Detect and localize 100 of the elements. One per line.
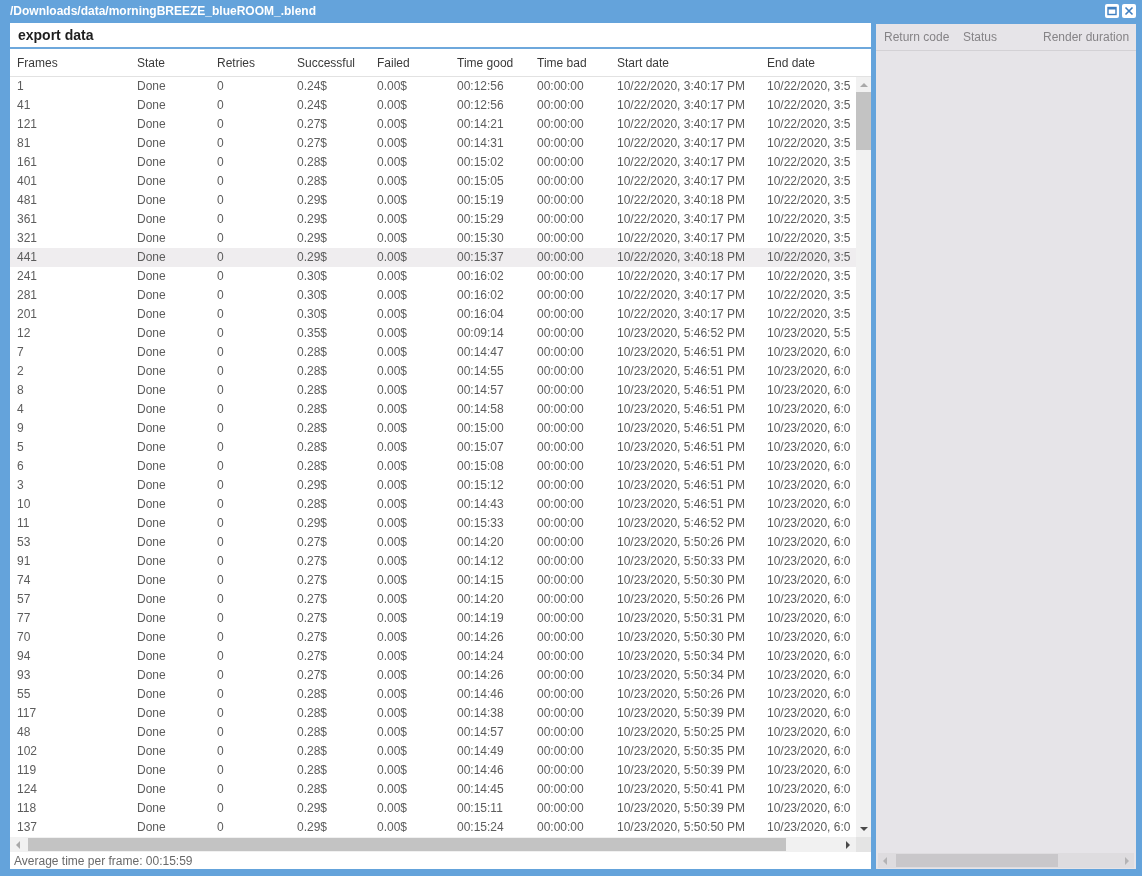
table-cell: 10/23/2020, 5:50:25 PM [617, 725, 746, 740]
table-cell: 00:00:00 [537, 326, 584, 341]
table-cell: 10/22/2020, 3:5 [767, 136, 851, 151]
table-cell: 10/23/2020, 6:0 [767, 630, 851, 645]
table-cell: 10/23/2020, 5:46:51 PM [617, 440, 746, 455]
table-cell: 00:15:05 [457, 174, 504, 189]
table-cell: 00:00:00 [537, 820, 584, 835]
table-cell: Done [137, 288, 166, 303]
table-cell: 0.00$ [377, 98, 408, 113]
table-cell: 00:14:24 [457, 649, 504, 664]
table-row[interactable]: 441 Done 0 0.29$ 0.00$ 00:15:37 00:00:00 10/22/2020, 3:40:18 PM 10/22/2020, 3:5 [10, 248, 856, 267]
table-cell: Done [137, 174, 166, 189]
table-cell: 0 [217, 573, 224, 588]
table-cell: Done [137, 421, 166, 436]
table-cell: 00:00:00 [537, 269, 584, 284]
table-cell: 0.00$ [377, 535, 408, 550]
table-cell: 10/23/2020, 6:0 [767, 611, 851, 626]
table-cell: 00:14:20 [457, 592, 504, 607]
table-cell: 0.30$ [297, 288, 328, 303]
scrollbar-thumb[interactable] [28, 838, 786, 851]
column-header[interactable]: Time bad [537, 55, 587, 70]
table-cell: 0.00$ [377, 820, 408, 835]
table-cell: 77 [17, 611, 31, 626]
table-cell: 0.00$ [377, 668, 408, 683]
table-cell: 10/23/2020, 5:5 [767, 326, 851, 341]
table-cell: 241 [17, 269, 38, 284]
scroll-left-arrow-icon[interactable] [883, 856, 887, 865]
table-cell: Done [137, 231, 166, 246]
table-cell: 5 [17, 440, 24, 455]
table-cell: 74 [17, 573, 31, 588]
table-cell: 0.28$ [297, 174, 328, 189]
table-cell: 00:14:20 [457, 535, 504, 550]
table-cell: 0.00$ [377, 326, 408, 341]
column-header[interactable]: Time good [457, 55, 514, 70]
column-header[interactable]: Failed [377, 55, 410, 70]
table-cell: 94 [17, 649, 31, 664]
table-cell: 0.00$ [377, 383, 408, 398]
table-cell: 0.35$ [297, 326, 328, 341]
table-cell: 00:00:00 [537, 725, 584, 740]
table-cell: 0.00$ [377, 288, 408, 303]
scroll-up-arrow-icon[interactable] [859, 83, 868, 87]
table-cell: 0 [217, 535, 224, 550]
table-cell: 00:14:26 [457, 668, 504, 683]
table-cell: 00:15:02 [457, 155, 504, 170]
table-cell: 0 [217, 212, 224, 227]
scroll-down-arrow-icon[interactable] [859, 827, 868, 831]
column-header[interactable]: Start date [617, 55, 670, 70]
column-header[interactable]: State [137, 55, 166, 70]
table-cell: 1 [17, 79, 24, 94]
table-cell: 00:15:33 [457, 516, 504, 531]
table-cell: 0 [217, 440, 224, 455]
table-cell: 0.00$ [377, 79, 408, 94]
vertical-scrollbar[interactable] [856, 77, 871, 837]
close-icon[interactable] [1122, 4, 1136, 18]
table-cell: 0.28$ [297, 383, 328, 398]
column-header[interactable]: Successful [297, 55, 356, 70]
table-cell: 0.00$ [377, 307, 408, 322]
table-cell: 10/23/2020, 6:0 [767, 364, 851, 379]
table-cell: 10 [17, 497, 31, 512]
scroll-right-arrow-icon[interactable] [846, 840, 850, 849]
table-cell: 10/23/2020, 5:50:39 PM [617, 763, 746, 778]
table-cell: 6 [17, 459, 24, 474]
horizontal-scrollbar[interactable] [10, 837, 856, 852]
table-cell: 0.27$ [297, 535, 328, 550]
table-cell: 0.00$ [377, 174, 408, 189]
column-header[interactable]: Retries [217, 55, 255, 70]
column-header[interactable]: Frames [17, 55, 58, 70]
table-cell: 10/23/2020, 6:0 [767, 668, 851, 683]
table-cell: 00:00:00 [537, 630, 584, 645]
scrollbar-thumb[interactable] [856, 92, 871, 150]
table-cell: 81 [17, 136, 31, 151]
scrollbar-thumb[interactable] [896, 854, 1058, 867]
table-cell: Done [137, 212, 166, 227]
table-cell: 00:14:46 [457, 763, 504, 778]
table-cell: 10/22/2020, 3:40:17 PM [617, 174, 746, 189]
table-cell: Done [137, 592, 166, 607]
table-cell: 10/23/2020, 5:50:26 PM [617, 535, 746, 550]
maximize-icon[interactable] [1105, 4, 1119, 18]
table-cell: 0.00$ [377, 421, 408, 436]
table-cell: 00:14:12 [457, 554, 504, 569]
table-cell: 0.28$ [297, 782, 328, 797]
table-cell: 00:14:38 [457, 706, 504, 721]
table-cell: 10/23/2020, 5:50:30 PM [617, 573, 746, 588]
table-cell: 00:16:02 [457, 269, 504, 284]
table-cell: 0.30$ [297, 269, 328, 284]
horizontal-scrollbar[interactable] [878, 853, 1134, 868]
table-cell: 00:15:19 [457, 193, 504, 208]
table-cell: 0.29$ [297, 212, 328, 227]
column-header[interactable]: End date [767, 55, 816, 70]
table-cell: 10/22/2020, 3:5 [767, 288, 851, 303]
table-cell: 10/23/2020, 6:0 [767, 421, 851, 436]
table-cell: 0 [217, 383, 224, 398]
table-cell: 0 [217, 345, 224, 360]
scroll-left-arrow-icon[interactable] [16, 840, 20, 849]
table-cell: Done [137, 706, 166, 721]
table-cell: Done [137, 801, 166, 816]
table-cell: 10/23/2020, 6:0 [767, 573, 851, 588]
table-cell: 10/23/2020, 6:0 [767, 497, 851, 512]
table-cell: 10/23/2020, 5:46:51 PM [617, 421, 746, 436]
table-cell: 00:00:00 [537, 497, 584, 512]
